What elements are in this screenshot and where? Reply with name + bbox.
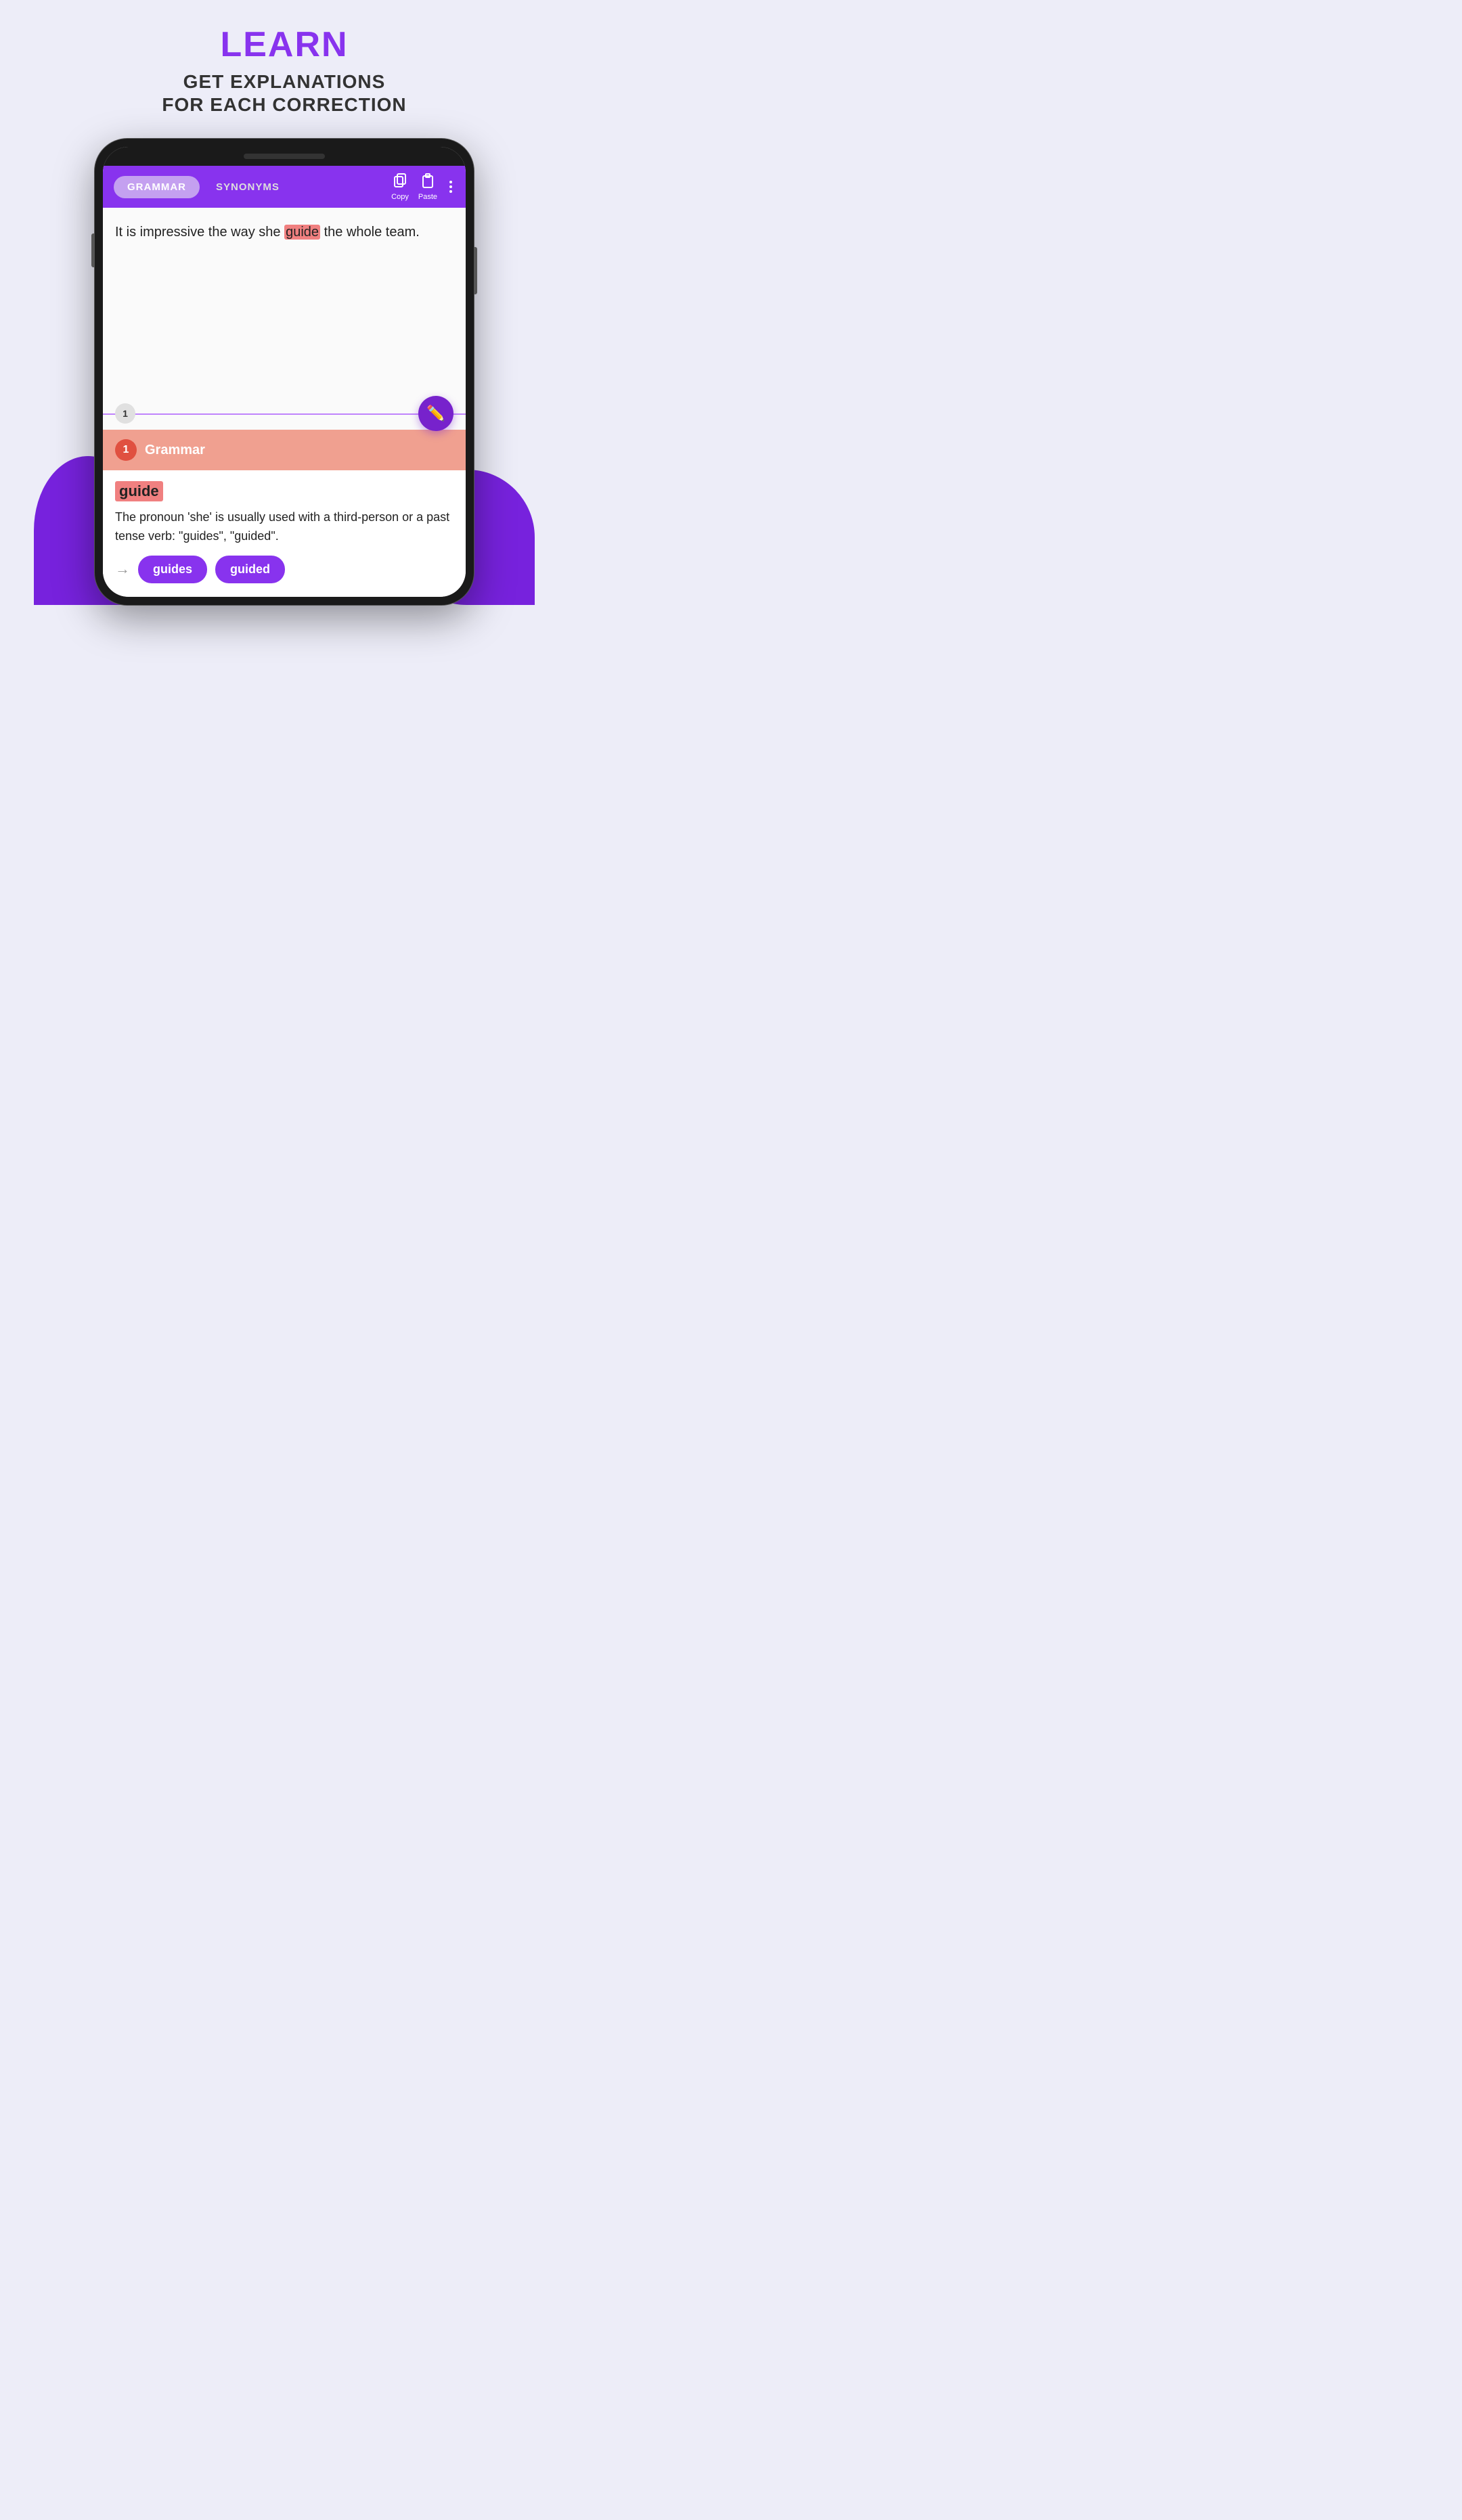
paste-icon (420, 173, 436, 192)
copy-button[interactable]: Copy (391, 173, 409, 201)
page-header: LEARN GET EXPLANATIONS FOR EACH CORRECTI… (148, 0, 420, 132)
suggestions-row: → guides guided (115, 556, 453, 586)
highlighted-word: guide (284, 225, 320, 240)
arrow-icon: → (115, 560, 130, 578)
suggestion-guided-button[interactable]: guided (215, 556, 285, 583)
more-dot-2 (449, 185, 452, 188)
grammar-card-header: 1 Grammar (103, 430, 466, 470)
edit-fab-button[interactable]: ✏️ (418, 396, 453, 431)
tab-synonyms[interactable]: SYNONYMS (205, 176, 290, 198)
app-bar: GRAMMAR SYNONYMS Copy (103, 166, 466, 208)
page-title: LEARN (162, 24, 406, 65)
more-dot-3 (449, 190, 452, 193)
text-before-highlight: It is impressive the way she (115, 225, 284, 240)
grammar-badge: 1 (115, 439, 137, 461)
more-dot-1 (449, 181, 452, 183)
grammar-title: Grammar (145, 443, 205, 458)
grammar-card-body: guide The pronoun 'she' is usually used … (103, 470, 466, 597)
copy-icon (392, 173, 408, 192)
phone-wrapper: GRAMMAR SYNONYMS Copy (74, 139, 494, 605)
divider-row: 1 ✏️ (103, 397, 466, 430)
text-area[interactable]: It is impressive the way she guide the w… (103, 208, 466, 397)
divider-line (103, 413, 466, 415)
page-subtitle: GET EXPLANATIONS FOR EACH CORRECTION (162, 70, 406, 116)
paste-button[interactable]: Paste (418, 173, 437, 201)
suggestion-guides-button[interactable]: guides (138, 556, 207, 583)
phone-frame: GRAMMAR SYNONYMS Copy (95, 139, 474, 605)
copy-label: Copy (391, 193, 409, 201)
edit-icon: ✏️ (426, 405, 445, 422)
phone-notch (103, 147, 466, 166)
more-button[interactable] (447, 178, 455, 196)
tab-grammar[interactable]: GRAMMAR (114, 176, 200, 198)
divider-badge: 1 (115, 403, 135, 424)
paste-label: Paste (418, 193, 437, 201)
phone-screen: GRAMMAR SYNONYMS Copy (103, 147, 466, 597)
grammar-card: 1 Grammar guide The pronoun 'she' is usu… (103, 430, 466, 597)
text-after-highlight: the whole team. (320, 225, 420, 240)
explanation-text: The pronoun 'she' is usually used with a… (115, 508, 453, 546)
notch-bar (244, 154, 325, 159)
error-word: guide (115, 481, 163, 501)
